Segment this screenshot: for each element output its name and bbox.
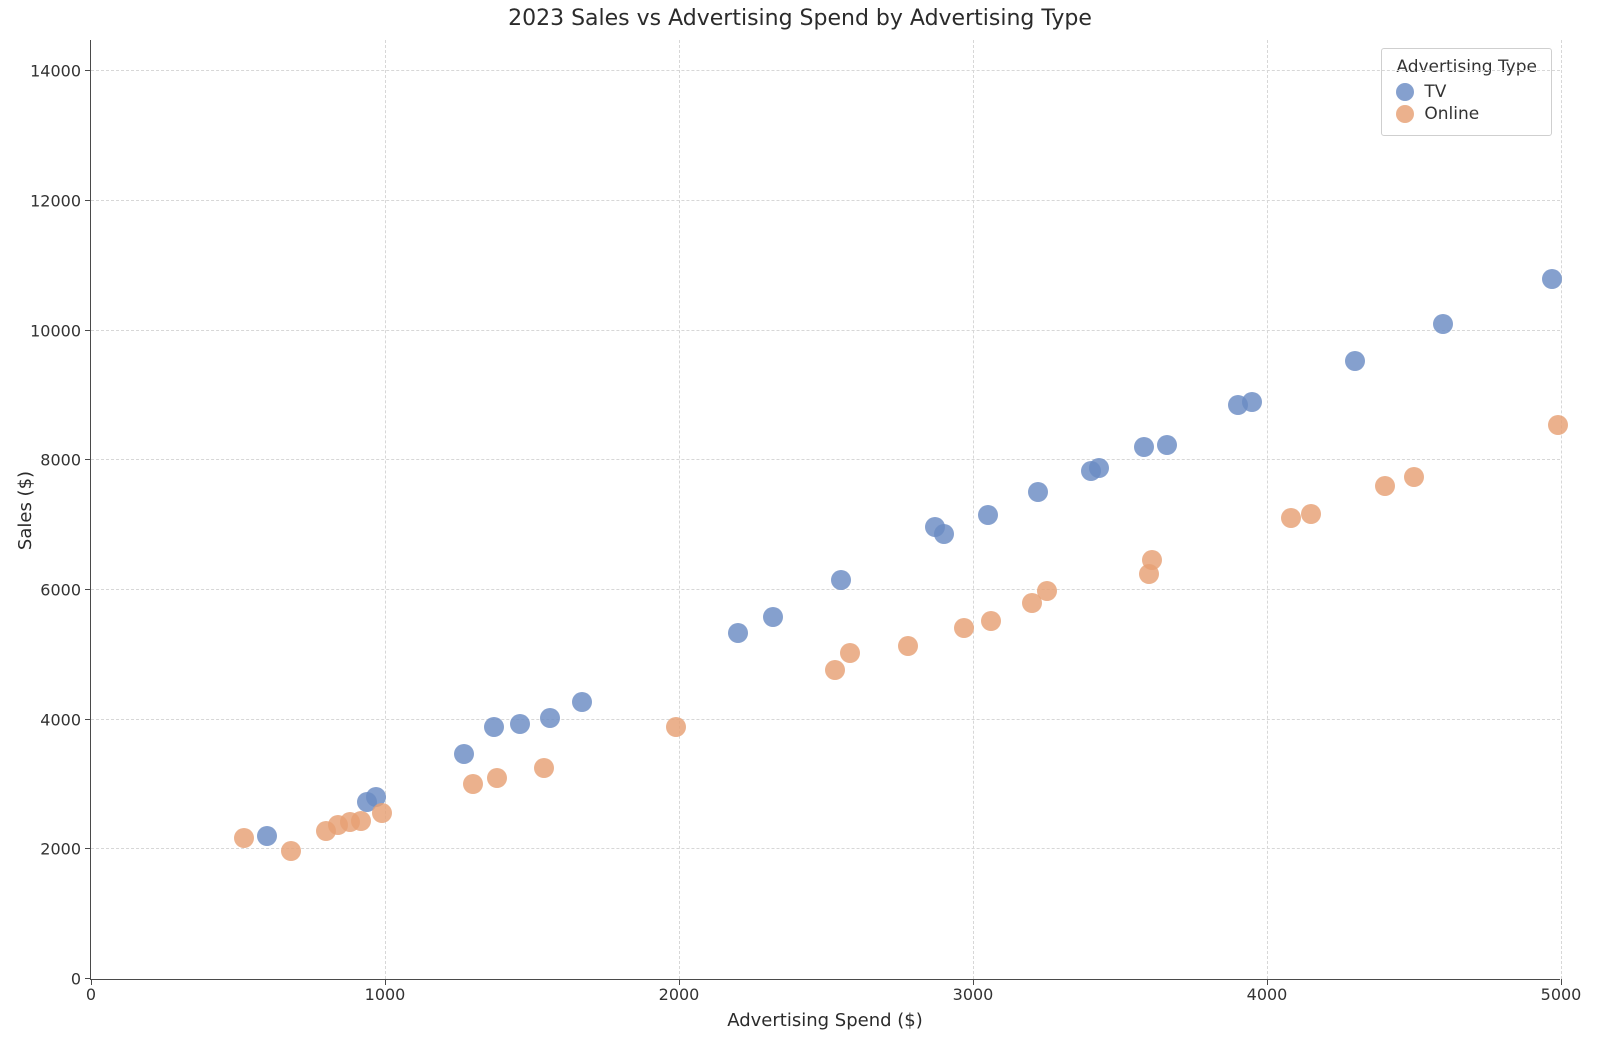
chart-title: 2023 Sales vs Advertising Spend by Adver… <box>0 6 1600 31</box>
gridline-h <box>91 330 1560 331</box>
data-point <box>1548 415 1568 435</box>
data-point <box>463 774 483 794</box>
legend-label-tv: TV <box>1424 81 1446 103</box>
tick-mark-y <box>85 330 91 331</box>
tick-mark-y <box>85 848 91 849</box>
legend-item-online: Online <box>1396 103 1537 125</box>
legend: Advertising Type TV Online <box>1381 48 1552 136</box>
data-point <box>572 692 592 712</box>
data-point <box>234 828 254 848</box>
data-point <box>978 505 998 525</box>
y-tick-label: 10000 <box>30 321 81 340</box>
plot-area: Advertising Type TV Online 0100020003000… <box>90 40 1560 980</box>
data-point <box>840 643 860 663</box>
gridline-h <box>91 200 1560 201</box>
gridline-v <box>973 40 974 979</box>
data-point <box>487 768 507 788</box>
data-point <box>484 717 504 737</box>
legend-swatch-tv <box>1396 83 1414 101</box>
gridline-h <box>91 70 1560 71</box>
x-tick-label: 4000 <box>1247 985 1288 1004</box>
data-point <box>372 803 392 823</box>
data-point <box>1134 437 1154 457</box>
data-point <box>1542 269 1562 289</box>
data-point <box>534 758 554 778</box>
data-point <box>281 841 301 861</box>
data-point <box>1142 550 1162 570</box>
data-point <box>763 607 783 627</box>
data-point <box>898 636 918 656</box>
tick-mark-y <box>85 70 91 71</box>
data-point <box>1089 458 1109 478</box>
data-point <box>1242 392 1262 412</box>
data-point <box>257 826 277 846</box>
data-point <box>1345 351 1365 371</box>
data-point <box>1157 435 1177 455</box>
data-point <box>728 623 748 643</box>
data-point <box>351 811 371 831</box>
data-point <box>666 717 686 737</box>
x-tick-label: 2000 <box>659 985 700 1004</box>
x-tick-label: 5000 <box>1541 985 1582 1004</box>
gridline-h <box>91 589 1560 590</box>
gridline-v <box>385 40 386 979</box>
y-tick-label: 4000 <box>40 710 81 729</box>
y-tick-label: 0 <box>71 970 81 989</box>
tick-mark-y <box>85 719 91 720</box>
x-tick-label: 3000 <box>953 985 994 1004</box>
data-point <box>825 660 845 680</box>
data-point <box>954 618 974 638</box>
y-tick-label: 8000 <box>40 451 81 470</box>
tick-mark-y <box>85 459 91 460</box>
y-axis-label-wrap: Sales ($) <box>14 40 38 980</box>
y-tick-label: 12000 <box>30 192 81 211</box>
x-tick-label: 0 <box>86 985 96 1004</box>
y-axis-label: Sales ($) <box>16 470 37 549</box>
tick-mark-y <box>85 200 91 201</box>
data-point <box>981 611 1001 631</box>
data-point <box>1404 467 1424 487</box>
gridline-v <box>1561 40 1562 979</box>
data-point <box>1433 314 1453 334</box>
x-axis-label: Advertising Spend ($) <box>90 1010 1560 1031</box>
data-point <box>934 524 954 544</box>
gridline-h <box>91 719 1560 720</box>
y-tick-label: 6000 <box>40 581 81 600</box>
tick-mark-y <box>85 589 91 590</box>
legend-label-online: Online <box>1424 103 1479 125</box>
data-point <box>831 570 851 590</box>
y-tick-label: 14000 <box>30 62 81 81</box>
data-point <box>1281 508 1301 528</box>
gridline-h <box>91 459 1560 460</box>
data-point <box>1301 504 1321 524</box>
x-tick-label: 1000 <box>365 985 406 1004</box>
data-point <box>454 744 474 764</box>
data-point <box>1375 476 1395 496</box>
gridline-v <box>679 40 680 979</box>
tick-mark-y <box>85 978 91 979</box>
data-point <box>1028 482 1048 502</box>
data-point <box>510 714 530 734</box>
y-tick-label: 2000 <box>40 840 81 859</box>
legend-item-tv: TV <box>1396 81 1537 103</box>
data-point <box>540 708 560 728</box>
legend-swatch-online <box>1396 105 1414 123</box>
chart-figure: 2023 Sales vs Advertising Spend by Adver… <box>0 0 1600 1059</box>
gridline-v <box>1267 40 1268 979</box>
data-point <box>1037 581 1057 601</box>
legend-title: Advertising Type <box>1396 57 1537 77</box>
gridline-h <box>91 848 1560 849</box>
